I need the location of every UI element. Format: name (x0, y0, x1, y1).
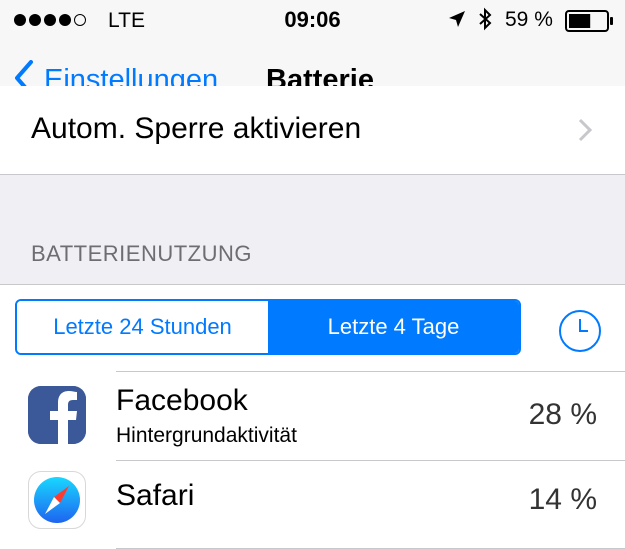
app-usage-percent: 28 % (528, 398, 597, 431)
app-row-facebook[interactable]: Facebook Hintergrundaktivität 28 % (0, 372, 625, 460)
app-usage-percent: 14 % (528, 483, 597, 516)
auto-lock-row[interactable]: Autom. Sperre aktivieren (0, 86, 625, 175)
battery-usage-section: Letzte 24 Stunden Letzte 4 Tage Facebook… (0, 284, 625, 549)
bluetooth-icon (478, 7, 492, 36)
section-header: BATTERIENUTZUNG (31, 241, 252, 266)
clock-icon[interactable] (558, 309, 602, 358)
app-subtitle: Hintergrundaktivität (116, 424, 297, 447)
battery-percent: 59 % (505, 8, 553, 31)
auto-lock-label: Autom. Sperre aktivieren (31, 112, 362, 145)
time-range-segmented-control: Letzte 24 Stunden Letzte 4 Tage (15, 299, 521, 355)
battery-icon (565, 10, 615, 37)
app-row-safari[interactable]: Safari 14 % (0, 461, 625, 549)
status-bar: LTE 09:06 59 % (0, 0, 625, 40)
facebook-icon (28, 386, 86, 444)
segment-last-4-days[interactable]: Letzte 4 Tage (268, 301, 519, 353)
app-name: Safari (116, 479, 195, 512)
safari-icon (28, 471, 86, 529)
location-arrow-icon (448, 10, 466, 33)
app-name: Facebook (116, 384, 248, 417)
segment-last-24-hours[interactable]: Letzte 24 Stunden (17, 301, 268, 353)
chevron-right-icon (578, 118, 593, 147)
